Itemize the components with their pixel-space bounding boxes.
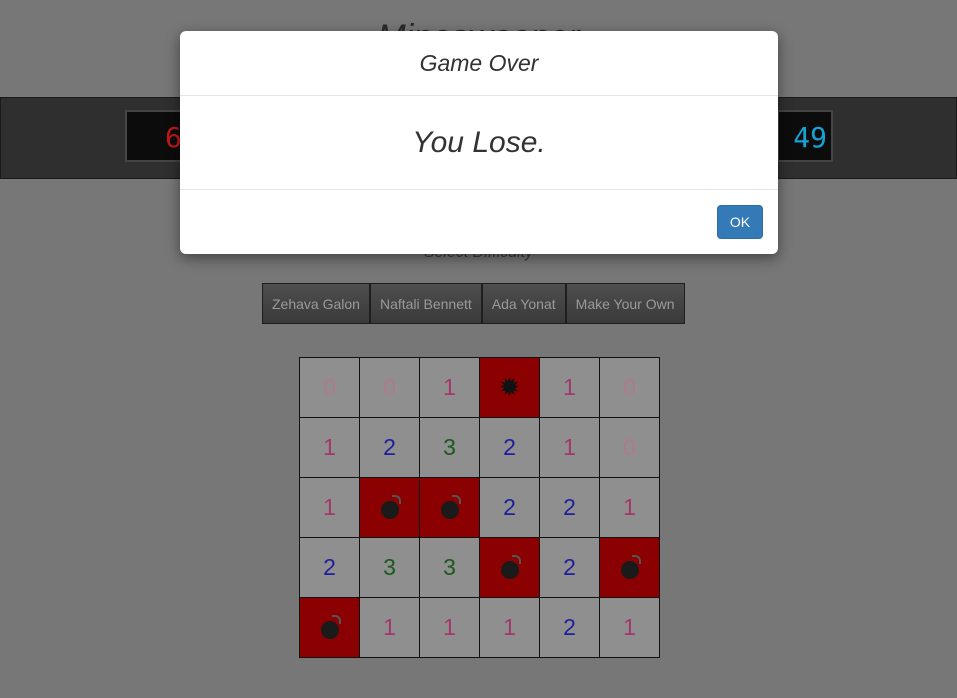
game-over-dialog: Game Over You Lose. OK (180, 31, 778, 254)
dialog-title: Game Over (180, 31, 778, 96)
ok-button[interactable]: OK (717, 205, 763, 239)
dialog-message: You Lose. (180, 96, 778, 190)
dialog-footer: OK (180, 190, 778, 254)
